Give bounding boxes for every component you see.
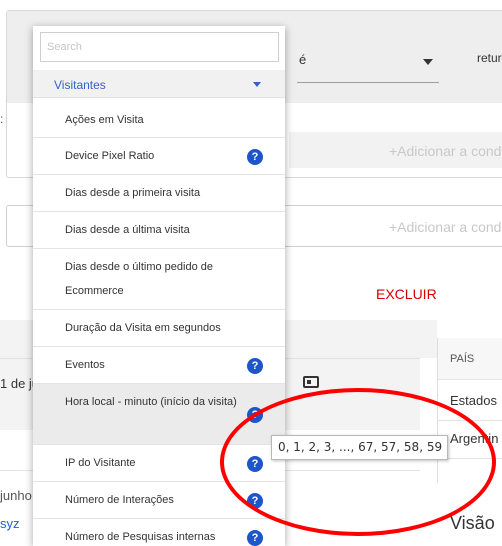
add-or-condition-button[interactable]: +Adicionar a cond xyxy=(289,132,502,168)
country-table-header: PAÍS xyxy=(438,338,502,380)
help-icon[interactable]: ? xyxy=(247,456,263,472)
junho-fragment: junho xyxy=(0,488,32,503)
triangle-down-icon xyxy=(253,82,261,87)
help-icon[interactable]: ? xyxy=(247,358,263,374)
country-cell: Argentin xyxy=(450,431,499,446)
list-item[interactable]: Dias desde o último pedido de Ecommerce xyxy=(33,249,285,310)
list-item[interactable]: Dias desde a primeira visita xyxy=(33,175,285,212)
caret-down-icon xyxy=(423,59,433,65)
list-item-label: Hora local - minuto (início da visita) xyxy=(65,396,237,408)
list-item[interactable]: Device Pixel Ratio? xyxy=(33,138,285,175)
calendar-icons xyxy=(283,376,323,392)
country-cell: Estados xyxy=(450,393,497,408)
list-item[interactable]: Eventos? xyxy=(33,347,285,384)
list-item-label: Dias desde a última visita xyxy=(65,224,190,236)
link-fragment[interactable]: syz xyxy=(0,516,20,531)
tooltip: 0, 1, 2, 3, ..., 67, 57, 58, 59 xyxy=(271,435,448,460)
help-icon[interactable]: ? xyxy=(247,149,263,165)
help-icon[interactable]: ? xyxy=(247,407,263,423)
list-item[interactable]: Ações em Visita xyxy=(33,102,285,138)
dimension-dropdown: Visitantes Ações em Visita Device Pixel R… xyxy=(33,26,285,546)
left-fragment: : xyxy=(0,112,4,126)
value-field[interactable]: retur xyxy=(477,51,502,65)
list-item-label: Ações em Visita xyxy=(65,114,144,126)
dimension-list: Ações em Visita Device Pixel Ratio? Dias d… xyxy=(33,102,285,546)
row-divider xyxy=(438,420,502,421)
group-header-visitantes[interactable]: Visitantes xyxy=(33,70,285,98)
add-and-condition-label: +Adicionar a cond xyxy=(389,219,502,235)
country-table: PAÍS Estados Argentin xyxy=(437,338,502,483)
list-item-label: Duração da Visita em segundos xyxy=(65,322,221,334)
list-item[interactable]: Número de Interações? xyxy=(33,482,285,519)
exclude-button[interactable]: EXCLUIR xyxy=(376,286,437,302)
search-input[interactable] xyxy=(40,32,279,62)
help-icon[interactable]: ? xyxy=(247,493,263,509)
list-item[interactable]: Hora local - minuto (início da visita)? xyxy=(33,384,285,445)
section-title: Visão xyxy=(450,513,495,533)
list-item-label: Dias desde o último pedido de Ecommerce xyxy=(65,261,213,297)
operator-value: é xyxy=(299,52,307,67)
list-item-label: Dias desde a primeira visita xyxy=(65,187,201,199)
help-icon[interactable]: ? xyxy=(247,530,263,546)
list-item[interactable]: IP do Visitante? xyxy=(33,445,285,482)
operator-select[interactable]: é xyxy=(297,47,439,83)
group-label: Visitantes xyxy=(54,78,106,92)
list-item[interactable]: Duração da Visita em segundos xyxy=(33,310,285,347)
add-or-condition-label: +Adicionar a cond xyxy=(389,143,502,159)
list-item[interactable]: Número de Pesquisas internas? xyxy=(33,519,285,546)
country-header[interactable]: PAÍS xyxy=(450,353,474,365)
list-item[interactable]: Dias desde a última visita xyxy=(33,212,285,249)
contact-card-icon[interactable] xyxy=(303,376,319,388)
